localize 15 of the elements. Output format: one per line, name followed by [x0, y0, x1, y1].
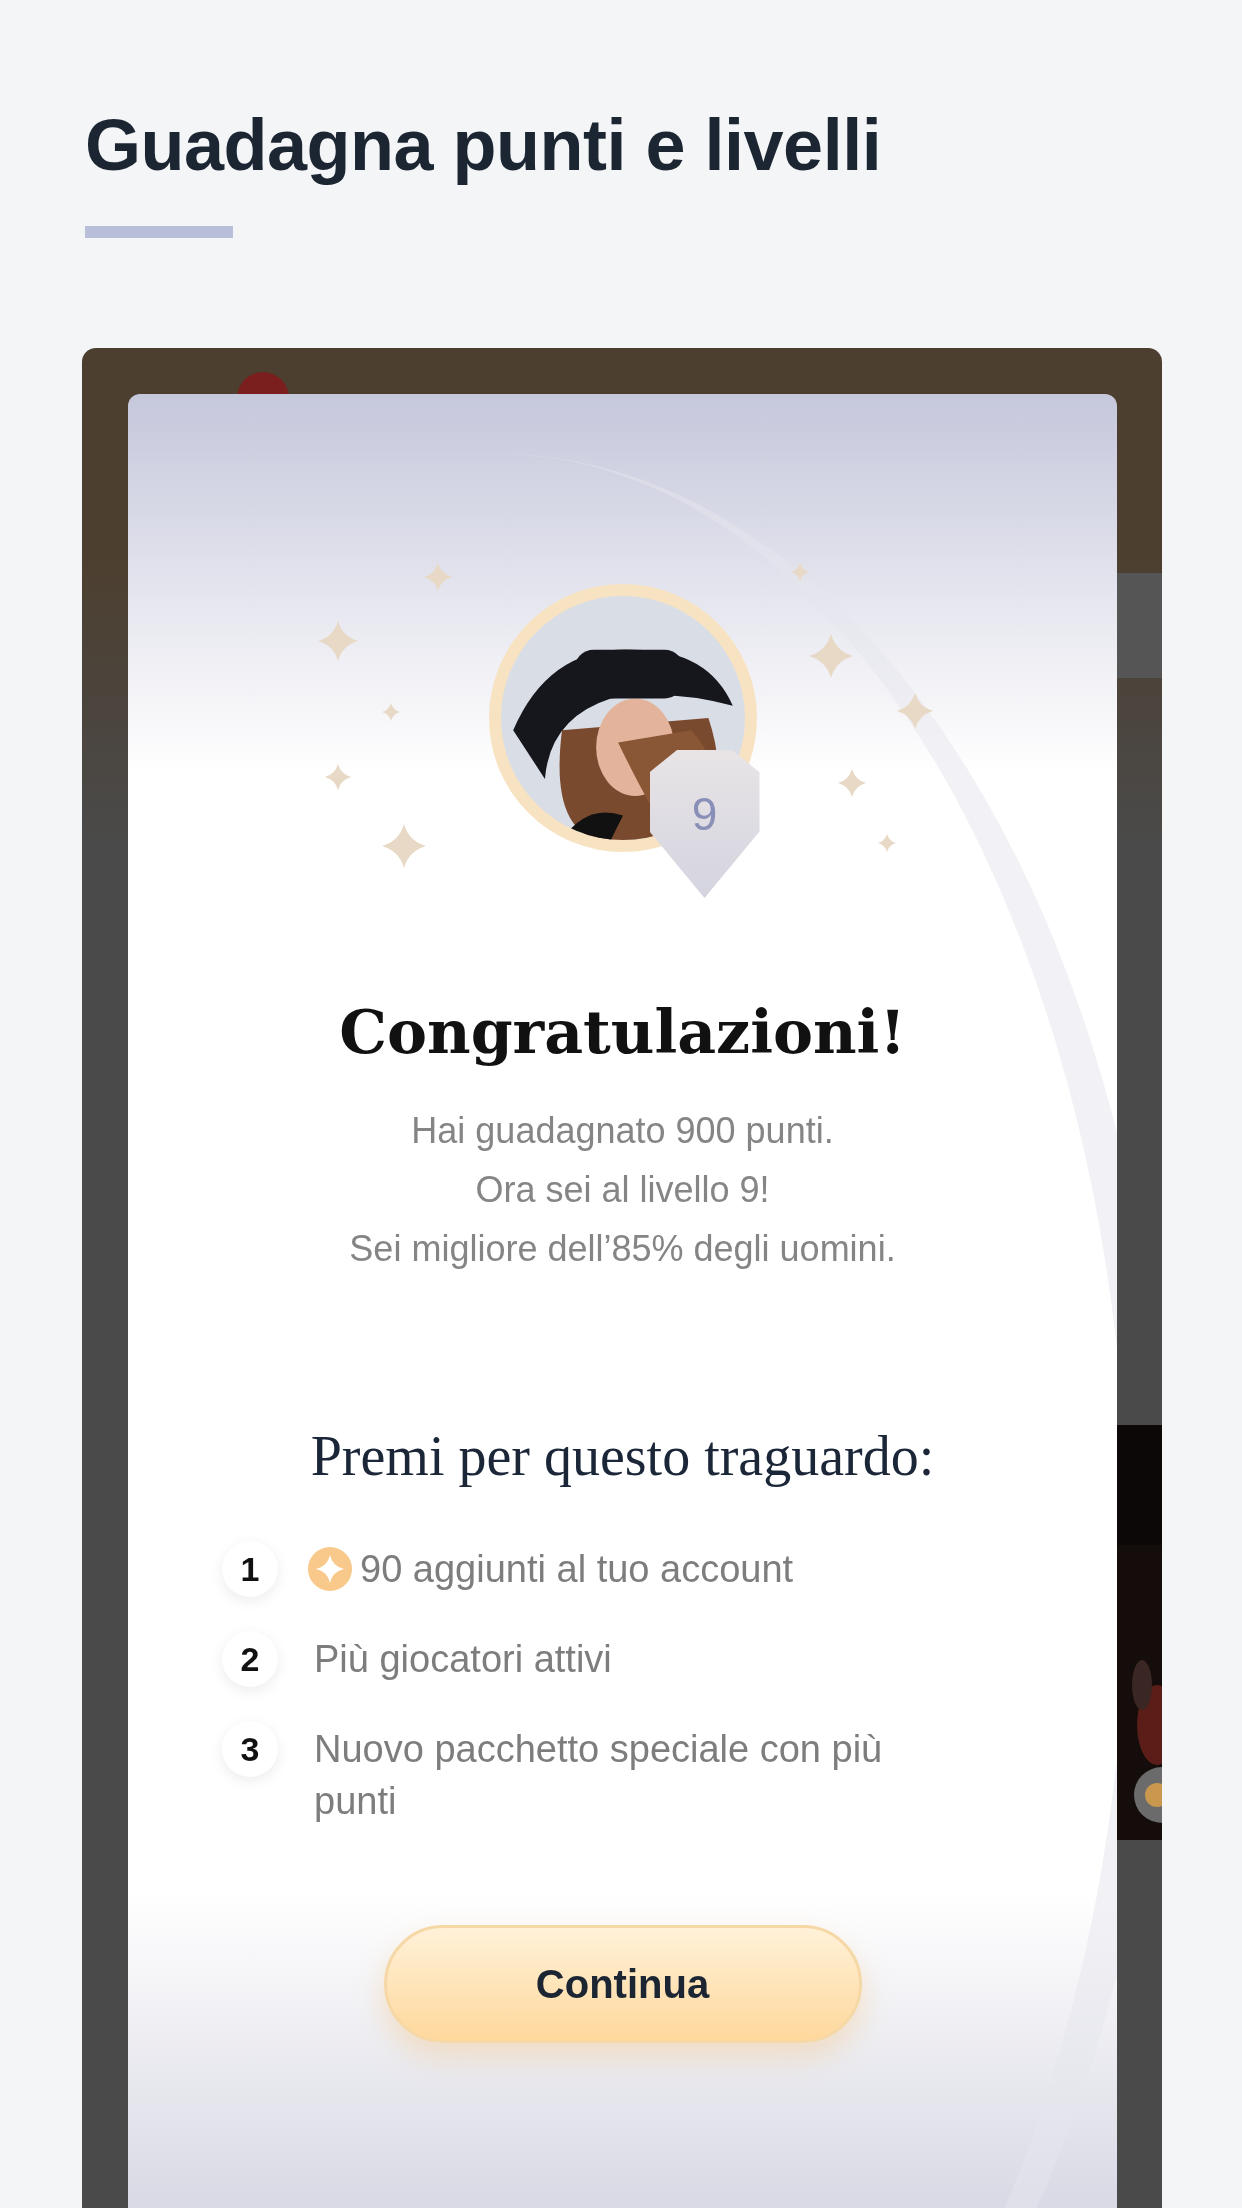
- message-line: Sei migliore dell’85% degli uomini.: [349, 1227, 896, 1271]
- message-line: Ora sei al livello 9!: [475, 1168, 770, 1212]
- number-badge: 2: [222, 1631, 278, 1687]
- number-badge: 1: [222, 1541, 278, 1597]
- number-badge: 3: [222, 1721, 278, 1777]
- reward-text: 90 aggiunti al tuo account: [360, 1547, 794, 1592]
- dialog-heading: Congratulazioni!: [339, 996, 906, 1069]
- coin-icon: [308, 1547, 352, 1591]
- level-number: 9: [691, 787, 718, 841]
- rewards-title: Premi per questo traguardo:: [310, 1424, 935, 1489]
- continue-button[interactable]: Continua: [383, 1925, 862, 2043]
- page-title: Guadagna punti e livelli: [85, 104, 882, 187]
- reward-text: Nuovo pacchetto speciale con più punti: [314, 1727, 884, 1824]
- reward-text: Più giocatori attivi: [314, 1637, 612, 1682]
- message-line: Hai guadagnato 900 punti.: [411, 1109, 834, 1153]
